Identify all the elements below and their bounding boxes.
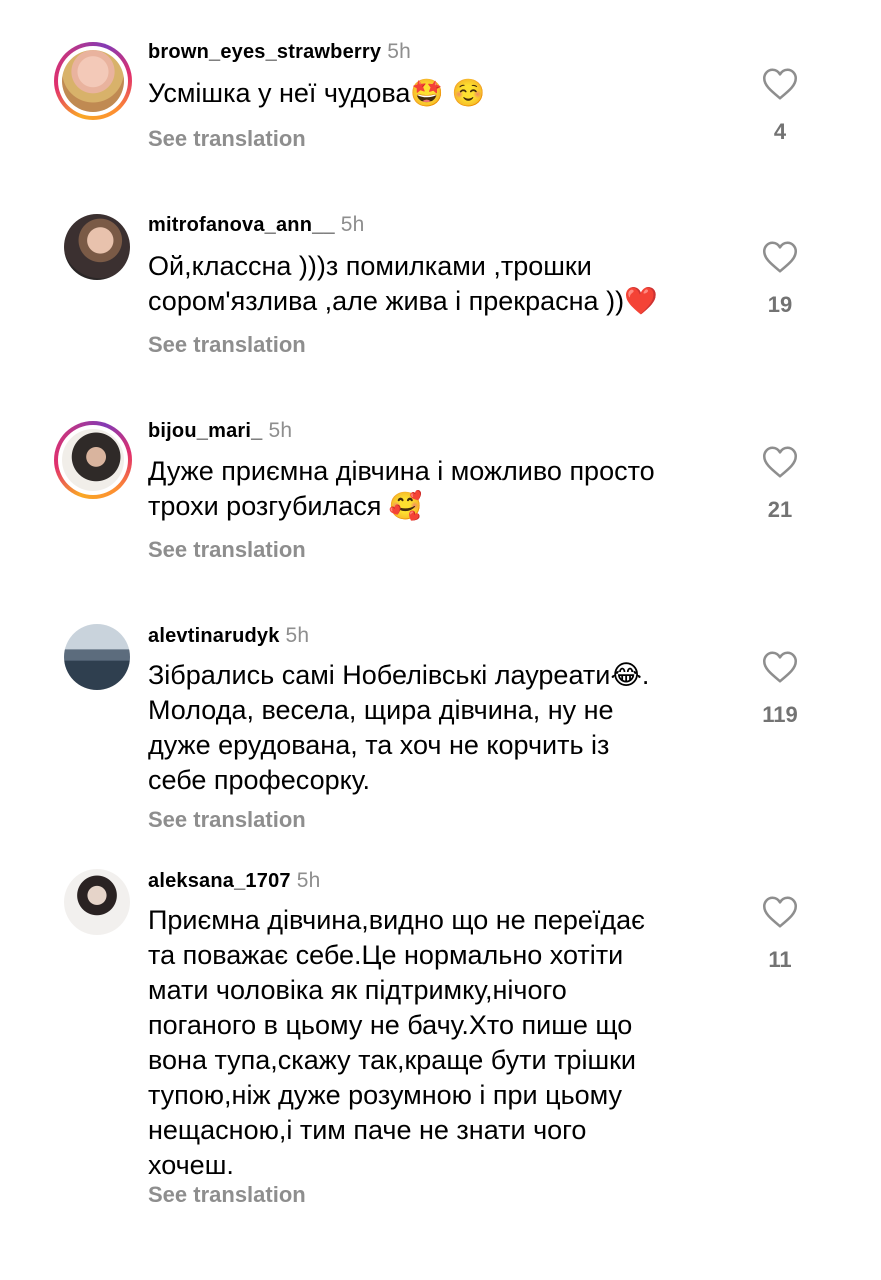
timestamp: 5h <box>387 40 411 63</box>
avatar[interactable] <box>64 624 130 690</box>
profile-photo-icon <box>64 214 130 280</box>
heart-outline-icon[interactable] <box>762 240 798 274</box>
like-control: 21 <box>740 445 820 523</box>
profile-photo-icon <box>62 429 124 491</box>
heart-outline-icon[interactable] <box>762 445 798 479</box>
timestamp: 5h <box>296 869 321 892</box>
see-translation-link[interactable]: See translation <box>148 332 306 358</box>
comment-text: Ой,классна )))з помилками ,трошки сором'… <box>148 251 658 316</box>
comment-meta: alevtinarudyk 5h <box>148 624 309 648</box>
username[interactable]: mitrofanova_ann__ <box>148 214 335 236</box>
comment-meta: mitrofanova_ann__ 5h <box>148 213 365 237</box>
username[interactable]: bijou_mari_ <box>148 420 262 442</box>
username[interactable]: brown_eyes_strawberry <box>148 41 381 63</box>
avatar-story-ring[interactable] <box>54 421 132 499</box>
timestamp: 5h <box>285 624 310 647</box>
like-count: 19 <box>767 292 793 317</box>
comment-text: Дуже приємна дівчина і можливо просто тр… <box>148 456 655 521</box>
see-translation-link[interactable]: See translation <box>148 807 306 833</box>
comment-item: aleksana_1707 5h Приємна дівчина,видно що… <box>0 855 881 1235</box>
heart-outline-icon[interactable] <box>762 895 798 929</box>
like-count: 11 <box>768 947 792 972</box>
username[interactable]: aleksana_1707 <box>148 870 291 892</box>
comment-meta: aleksana_1707 5h <box>148 869 321 893</box>
like-control: 19 <box>740 240 820 318</box>
comment-text: Приємна дівчина,видно що не переїдає та … <box>148 905 645 1180</box>
like-control: 119 <box>740 650 820 728</box>
heart-outline-icon[interactable] <box>762 67 798 101</box>
heart-outline-icon[interactable] <box>762 650 798 684</box>
timestamp: 5h <box>268 419 293 442</box>
profile-photo-icon <box>62 50 124 112</box>
comment-item: alevtinarudyk 5h Зібрались самі Нобелівсь… <box>0 610 881 850</box>
like-count: 119 <box>762 702 798 727</box>
profile-photo-icon <box>64 869 130 935</box>
avatar[interactable] <box>64 869 130 935</box>
comment-meta: brown_eyes_strawberry 5h <box>148 40 411 64</box>
see-translation-link[interactable]: See translation <box>148 126 306 152</box>
like-count: 21 <box>767 497 793 522</box>
see-translation-link[interactable]: See translation <box>148 1182 306 1208</box>
username[interactable]: alevtinarudyk <box>148 625 280 647</box>
see-translation-link[interactable]: See translation <box>148 537 306 563</box>
profile-photo-icon <box>64 624 130 690</box>
comment-text: Зібрались самі Нобелівські лауреати😂. Мо… <box>148 660 650 795</box>
like-control: 4 <box>740 67 820 145</box>
like-count: 4 <box>773 119 787 144</box>
comment-meta: bijou_mari_ 5h <box>148 419 292 443</box>
like-control: 11 <box>740 895 820 973</box>
comment-text: Усмішка у неї чудова🤩 ☺️ <box>148 78 486 108</box>
avatar-story-ring[interactable] <box>54 42 132 120</box>
comment-item: bijou_mari_ 5h Дуже приємна дівчина і мож… <box>0 405 881 585</box>
avatar[interactable] <box>64 214 130 280</box>
comment-item: brown_eyes_strawberry 5h Усмішка у неї чу… <box>0 0 881 180</box>
timestamp: 5h <box>340 213 365 236</box>
comment-item: mitrofanova_ann__ 5h Ой,классна )))з поми… <box>0 200 881 380</box>
